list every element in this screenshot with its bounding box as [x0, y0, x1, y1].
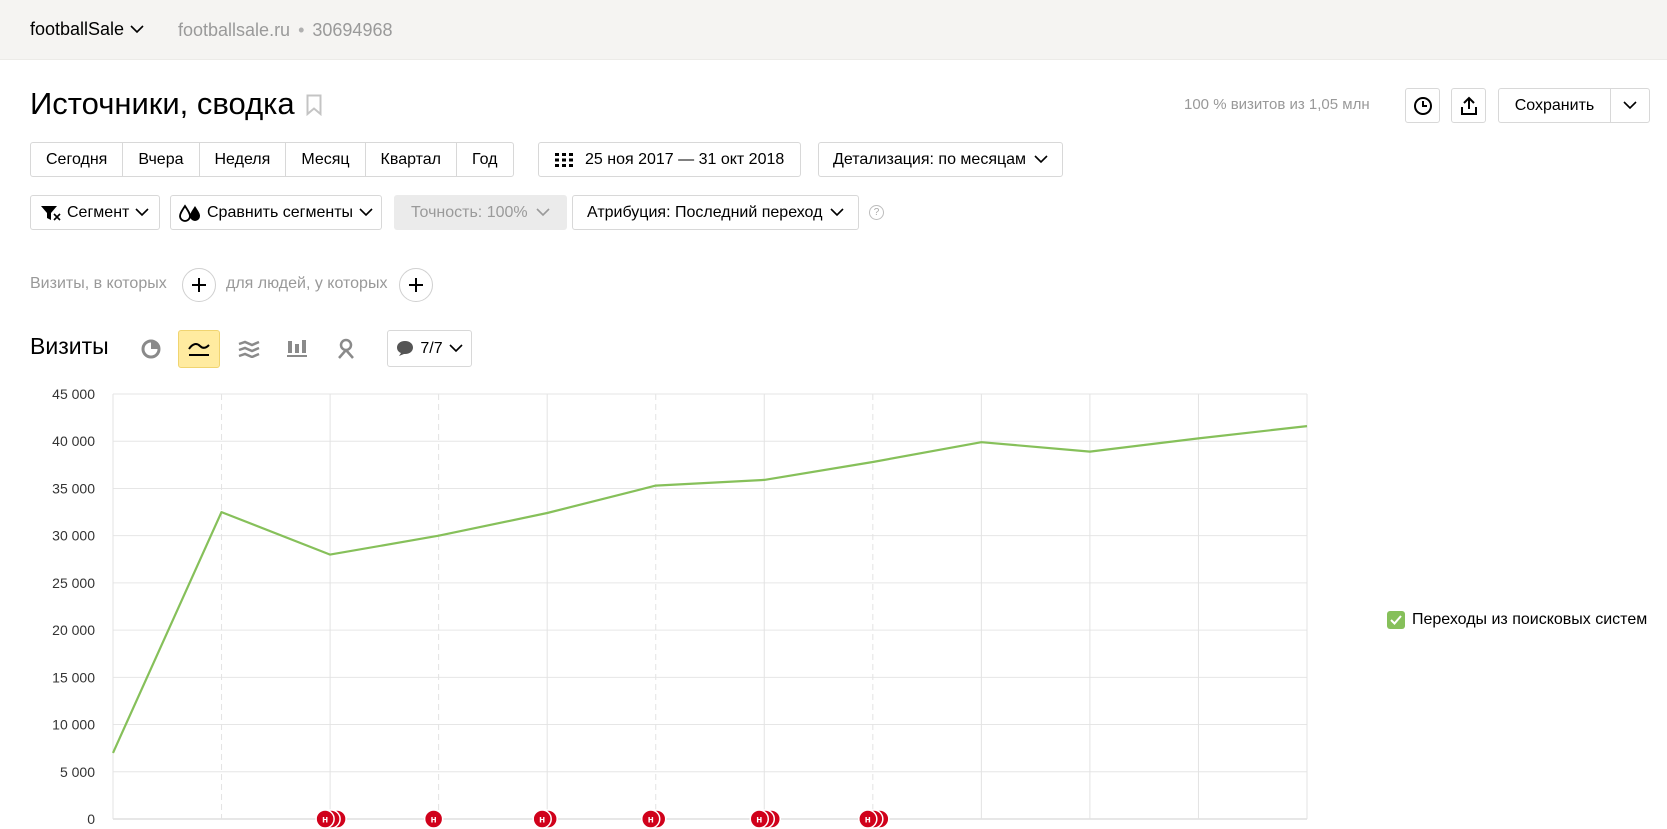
chevron-down-icon [536, 208, 550, 217]
y-tick-label: 30 000 [52, 528, 95, 544]
compare-segments-button[interactable]: Сравнить сегменты [170, 195, 383, 230]
calendar-icon [555, 152, 573, 167]
compare-label: Сравнить сегменты [207, 203, 354, 221]
annotation-marker-label: н [756, 815, 762, 826]
y-tick-label: 35 000 [52, 480, 95, 496]
notes-count: 7/7 [420, 339, 443, 357]
chart-type-pie[interactable] [130, 330, 172, 368]
visits-condition-label: Визиты, в которых [30, 275, 167, 292]
meta-separator: • [298, 20, 305, 40]
period-today[interactable]: Сегодня [31, 143, 124, 176]
detail-dropdown[interactable]: Детализация: по месяцам [818, 142, 1064, 177]
accuracy-dropdown: Точность: 100% [394, 195, 567, 230]
period-year[interactable]: Год [457, 143, 512, 176]
annotation-marker-label: н [322, 815, 328, 826]
bookmark-icon[interactable] [306, 94, 322, 116]
annotation-marker-label: н [865, 815, 871, 826]
chart-type-area[interactable] [228, 330, 270, 368]
y-tick-label: 0 [87, 811, 95, 827]
visits-share: 100 % визитов из 1,05 млн [1184, 96, 1370, 113]
period-month[interactable]: Месяц [286, 143, 366, 176]
filter-icon [41, 205, 61, 221]
share-icon [1460, 96, 1477, 115]
save-button[interactable]: Сохранить [1498, 88, 1611, 123]
annotation-marker-label: н [431, 815, 437, 826]
add-visit-condition-button[interactable] [182, 268, 216, 302]
checkbox-checked-icon[interactable] [1387, 611, 1405, 629]
area-chart-icon [238, 340, 260, 358]
counter-site: footballsale.ru [178, 20, 291, 40]
comment-icon [397, 341, 414, 356]
add-people-condition-button[interactable] [399, 268, 433, 302]
chevron-down-icon [449, 344, 463, 353]
plus-icon [192, 278, 206, 292]
chart-type-bar[interactable] [276, 330, 318, 368]
top-bar: footballSale footballsale.ru • 30694968 [0, 0, 1667, 60]
save-dropdown-button[interactable] [1610, 88, 1650, 123]
line-chart: 0 5 000 10 000 15 000 20 000 25 000 30 000 35 0… [52, 386, 1308, 829]
chevron-down-icon [1623, 101, 1637, 110]
chevron-down-icon [1034, 155, 1048, 164]
date-range-button[interactable]: 25 ноя 2017 — 31 окт 2018 [538, 142, 802, 177]
page-title: Источники, сводка [30, 86, 295, 121]
chevron-down-icon [830, 208, 845, 217]
counter-name: footballSale [30, 19, 125, 39]
history-button[interactable] [1405, 88, 1440, 123]
accuracy-label: Точность: 100% [411, 203, 528, 221]
help-icon[interactable]: ? [869, 205, 884, 220]
period-quarter[interactable]: Квартал [366, 143, 458, 176]
chart-title: Визиты [30, 333, 109, 359]
date-range-label: 25 ноя 2017 — 31 окт 2018 [585, 150, 785, 168]
line-chart-icon [188, 343, 210, 356]
counter-meta: footballsale.ru • 30694968 [178, 20, 392, 41]
y-tick-label: 20 000 [52, 622, 95, 638]
notes-dropdown[interactable]: 7/7 [387, 330, 472, 367]
legend-item[interactable]: Переходы из поисковых систем [1387, 611, 1647, 629]
annotation-marker-label: н [539, 815, 545, 826]
segment-label: Сегмент [67, 203, 130, 221]
chart-type-line[interactable] [178, 330, 220, 368]
clock-icon [1413, 96, 1432, 115]
y-tick-label: 5 000 [60, 764, 95, 780]
attribution-label: Атрибуция: Последний переход [587, 203, 823, 221]
map-icon [338, 338, 354, 359]
period-week[interactable]: Неделя [200, 143, 287, 176]
detail-label: Детализация: по месяцам [833, 150, 1027, 168]
y-tick-label: 40 000 [52, 433, 95, 449]
chevron-down-icon [135, 208, 149, 217]
bar-chart-icon [287, 340, 307, 357]
people-condition-label: для людей, у которых [226, 275, 388, 292]
legend-label: Переходы из поисковых систем [1412, 611, 1648, 628]
chart-type-map[interactable] [325, 330, 367, 368]
plus-icon [409, 278, 423, 292]
chevron-down-icon [359, 208, 373, 217]
y-tick-label: 45 000 [52, 386, 95, 402]
counter-selector[interactable]: footballSale [30, 19, 144, 40]
y-tick-label: 15 000 [52, 669, 95, 685]
period-selector: Сегодня Вчера Неделя Месяц Квартал Год [30, 142, 514, 177]
series-line [111, 425, 1308, 754]
chevron-down-icon [130, 25, 144, 34]
pie-chart-icon [141, 339, 161, 359]
export-button[interactable] [1451, 88, 1486, 123]
segment-button[interactable]: Сегмент [30, 195, 161, 230]
attribution-dropdown[interactable]: Атрибуция: Последний переход [572, 195, 860, 230]
y-tick-label: 10 000 [52, 717, 95, 733]
counter-id: 30694968 [312, 20, 393, 40]
y-tick-label: 25 000 [52, 575, 95, 591]
period-yesterday[interactable]: Вчера [123, 143, 200, 176]
annotation-marker-label: н [648, 815, 654, 826]
drops-icon [179, 203, 200, 222]
